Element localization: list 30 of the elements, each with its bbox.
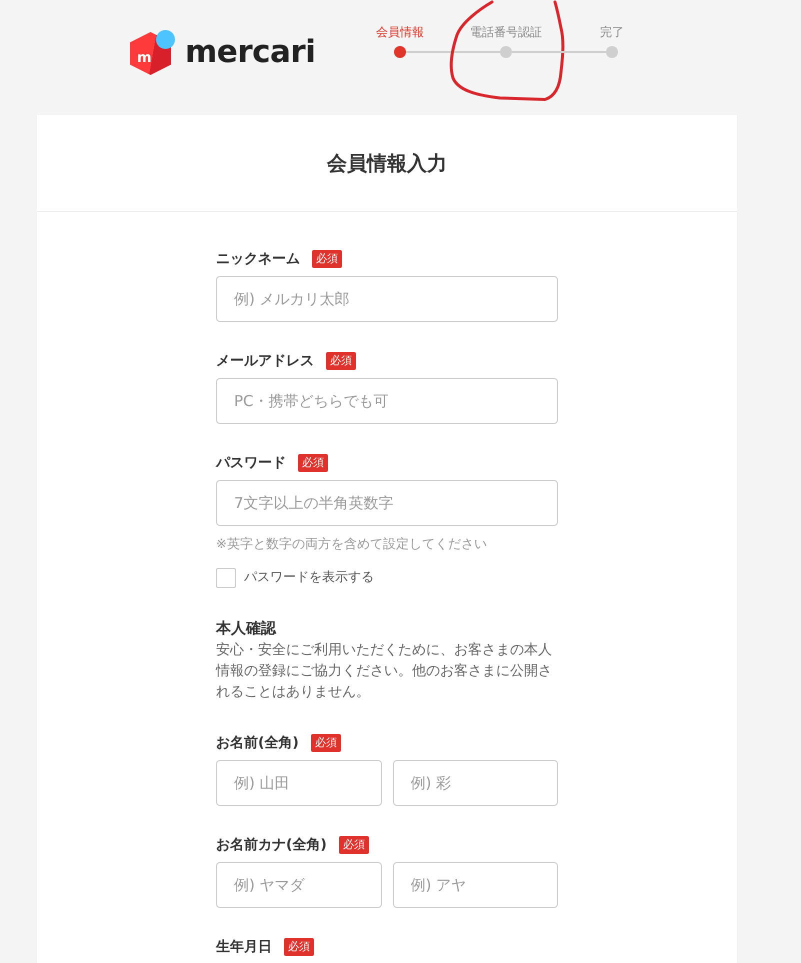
logo-wordmark: mercari <box>185 33 316 72</box>
field-label: お名前(全角) <box>216 734 299 752</box>
logo-mark: m <box>130 30 175 75</box>
step-label: 完了 <box>600 25 624 39</box>
required-badge: 必須 <box>310 734 341 752</box>
required-badge: 必須 <box>338 836 369 854</box>
required-badge: 必須 <box>284 938 314 956</box>
field-label: パスワード <box>216 454 286 472</box>
text-field[interactable]: 例) 彩 <box>392 760 558 806</box>
section-description: 安心・安全にご利用いただくために、お客さまの本人情報の登録にご協力ください。他のお客さまに公開されることはありません。 <box>216 641 553 702</box>
text-field[interactable]: 例) 山田 <box>216 760 382 806</box>
field-label: 生年月日 <box>216 938 272 956</box>
required-badge: 必須 <box>312 250 342 268</box>
hint-text: ※英字と数字の両方を含めて設定してください <box>216 536 488 554</box>
required-badge: 必須 <box>326 352 356 370</box>
required-badge: 必須 <box>298 454 328 472</box>
text-field[interactable]: 7文字以上の半角英数字 <box>216 480 558 526</box>
checkbox[interactable] <box>216 568 236 588</box>
text-field[interactable]: 例) アヤ <box>392 862 558 908</box>
field-label: メールアドレス <box>216 352 314 370</box>
text-field[interactable]: 例) メルカリ太郎 <box>216 276 558 322</box>
step-label: 電話番号認証 <box>470 25 542 39</box>
field-label: ニックネーム <box>216 250 300 268</box>
section-heading: 本人確認 <box>216 618 278 638</box>
step-label: 会員情報 <box>376 25 424 39</box>
form-title: 会員情報入力 <box>327 150 447 176</box>
field-label: お名前カナ(全角) <box>216 836 327 854</box>
text-field[interactable]: 例) ヤマダ <box>216 862 382 908</box>
text-field[interactable]: PC・携帯どちらでも可 <box>216 378 558 424</box>
checkbox-label[interactable]: パスワードを表示する <box>244 569 374 587</box>
